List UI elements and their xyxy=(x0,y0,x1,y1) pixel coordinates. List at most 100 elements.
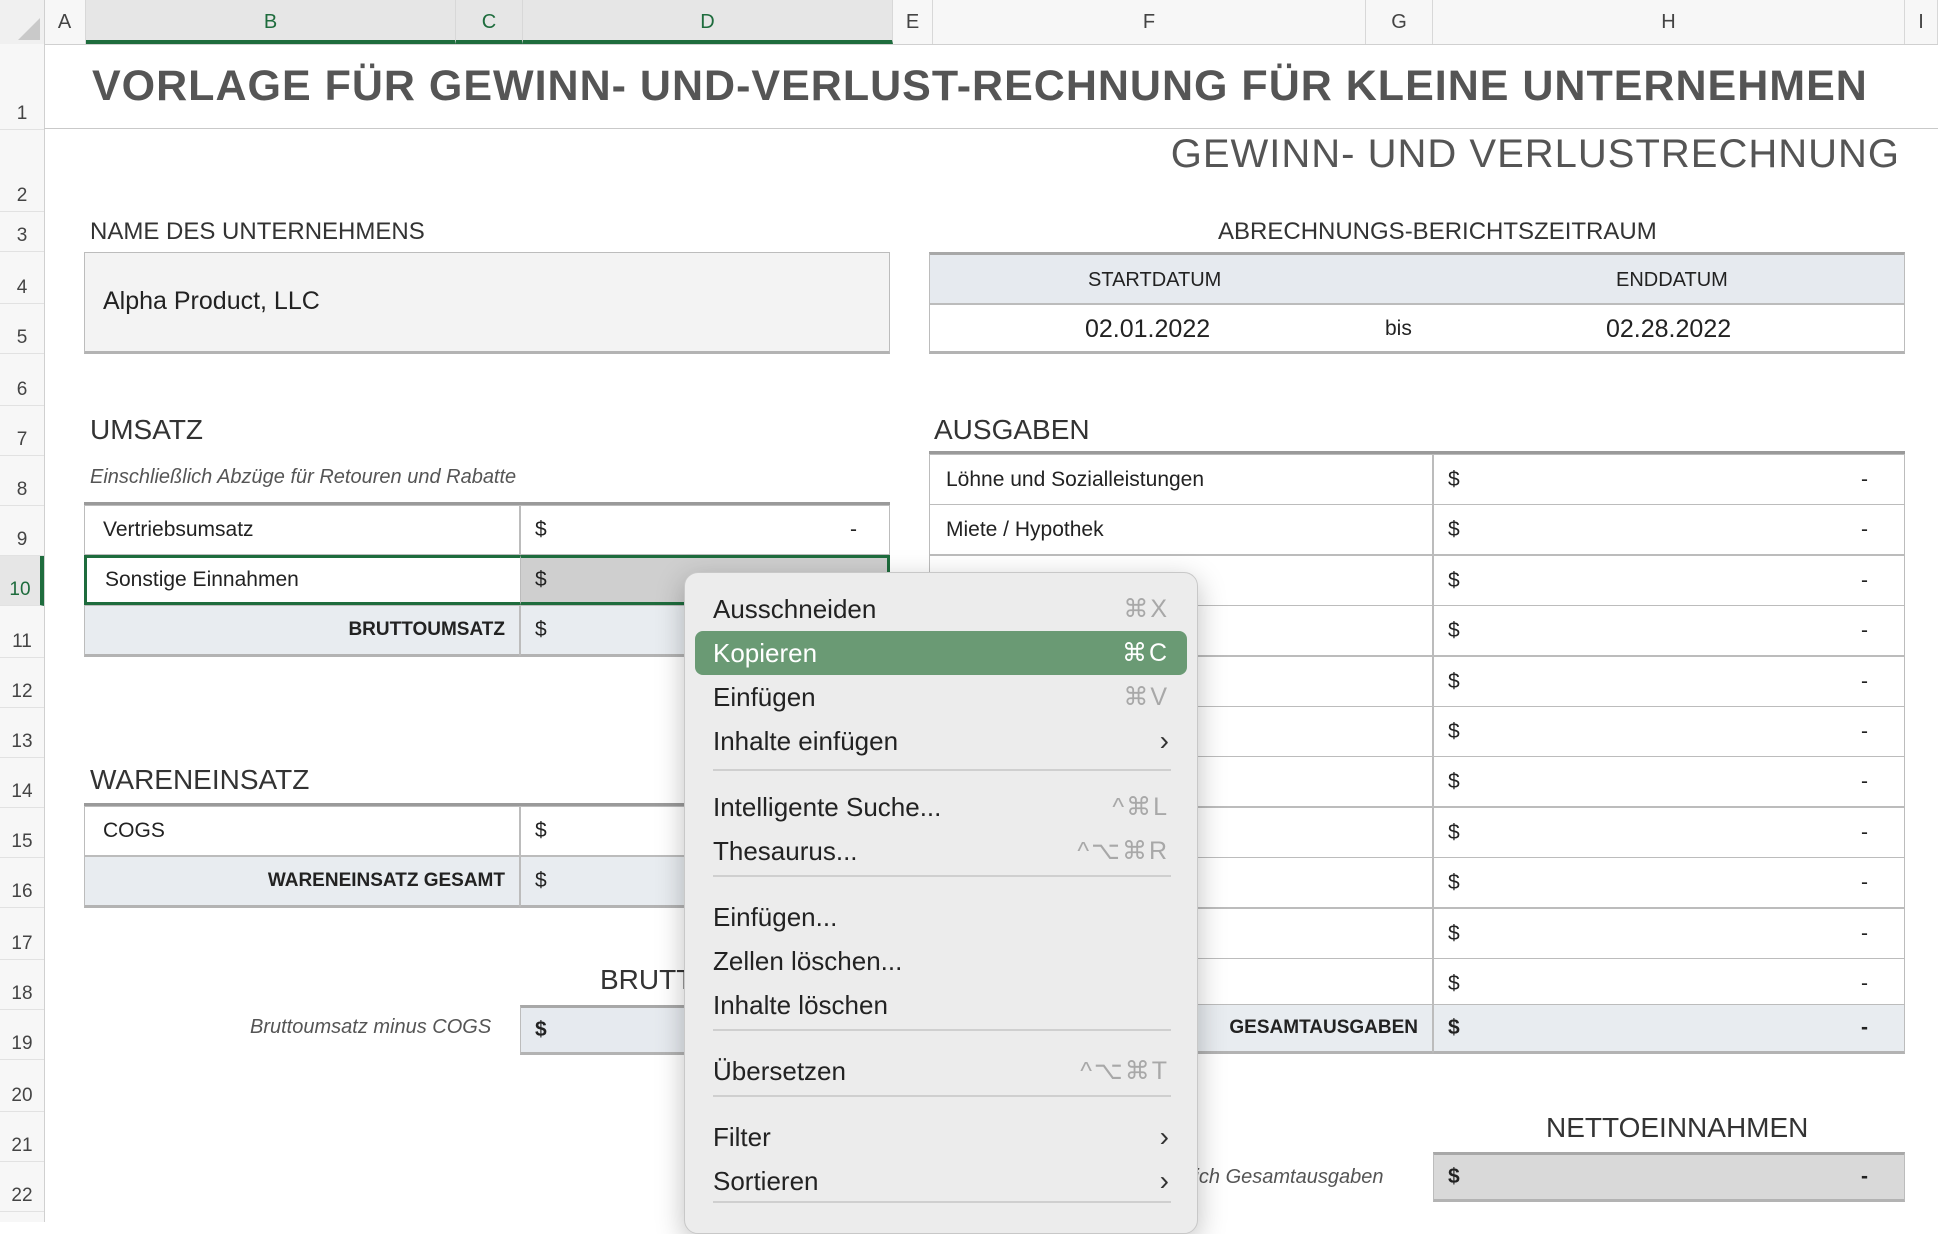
menu-item-inhalte-einfügen[interactable]: Inhalte einfügen › xyxy=(695,719,1187,763)
menu-item-einfügen[interactable]: Einfügen ⌘V xyxy=(695,675,1187,719)
amount-value: - xyxy=(1861,1165,1868,1188)
revenue-heading[interactable]: UMSATZ xyxy=(90,414,203,446)
sheet-title[interactable]: VORLAGE FÜR GEWINN- UND-VERLUST-RECHNUNG… xyxy=(92,62,1868,111)
row-header-1[interactable]: 1 xyxy=(0,44,44,130)
row-header-3[interactable]: 3 xyxy=(0,212,44,252)
row-header-21[interactable]: 21 xyxy=(0,1112,44,1162)
column-header-b[interactable]: B xyxy=(86,0,456,44)
expense-row-amount[interactable]: $ - xyxy=(1433,504,1905,555)
expense-row-amount[interactable]: $ - xyxy=(1433,908,1905,959)
row-header-9[interactable]: 9 xyxy=(0,506,44,556)
row-header-22[interactable]: 22 xyxy=(0,1162,44,1212)
currency-symbol: $ xyxy=(535,568,547,591)
menu-item-label: Inhalte löschen xyxy=(713,989,888,1020)
menu-item-zellen-löschen[interactable]: Zellen löschen... xyxy=(695,939,1187,983)
expense-row-amount[interactable]: $ - xyxy=(1433,605,1905,656)
column-header-c[interactable]: C xyxy=(456,0,523,44)
menu-item-thesaurus[interactable]: Thesaurus... ^⌥⌘R xyxy=(695,829,1187,873)
cogs-heading[interactable]: WARENEINSATZ xyxy=(90,764,309,796)
cogs-total-label[interactable]: WARENEINSATZ GESAMT xyxy=(84,856,520,908)
column-header-e[interactable]: E xyxy=(893,0,933,44)
company-field[interactable]: Alpha Product, LLC xyxy=(84,252,890,354)
select-all-corner[interactable] xyxy=(0,0,45,44)
currency-symbol: $ xyxy=(535,1018,547,1041)
column-header-i[interactable]: I xyxy=(1905,0,1938,44)
expense-row-amount[interactable]: $ - xyxy=(1433,807,1905,858)
expense-row-amount[interactable]: $ - xyxy=(1433,857,1905,908)
revenue-row-label[interactable]: Vertriebsumsatz xyxy=(84,505,520,555)
net-heading[interactable]: NETTOEINNAHMEN xyxy=(1546,1112,1808,1144)
row-header-16[interactable]: 16 xyxy=(0,858,44,908)
expense-row-amount[interactable]: $ - xyxy=(1433,555,1905,606)
shortcut-hint: ⌘C xyxy=(1121,639,1169,667)
row-header-11[interactable]: 11 xyxy=(0,606,44,658)
start-date-value[interactable]: 02.01.2022 xyxy=(1085,315,1210,344)
row-header-4[interactable]: 4 xyxy=(0,252,44,304)
expense-row-amount[interactable]: $ - xyxy=(1433,454,1905,505)
row-header-7[interactable]: 7 xyxy=(0,406,44,456)
end-date-value[interactable]: 02.28.2022 xyxy=(1606,315,1731,344)
menu-item-kopieren[interactable]: Kopieren ⌘C xyxy=(695,631,1187,675)
currency-symbol: $ xyxy=(1448,1016,1460,1039)
row-header-6[interactable]: 6 xyxy=(0,354,44,406)
title-divider xyxy=(44,128,1938,129)
amount-value: - xyxy=(1861,467,1868,491)
column-header-f[interactable]: F xyxy=(933,0,1366,44)
row-header-14[interactable]: 14 xyxy=(0,758,44,808)
menu-item-intelligente-suche[interactable]: Intelligente Suche... ^⌘L xyxy=(695,785,1187,829)
net-amount[interactable]: $ - xyxy=(1433,1152,1905,1202)
currency-symbol: $ xyxy=(1448,719,1460,743)
shortcut-hint: ^⌥⌘R xyxy=(1077,837,1169,865)
menu-item-label: Inhalte einfügen xyxy=(713,725,899,756)
company-label[interactable]: NAME DES UNTERNEHMENS xyxy=(90,218,425,246)
column-header-h[interactable]: H xyxy=(1433,0,1905,44)
row-header-17[interactable]: 17 xyxy=(0,908,44,960)
expense-row-amount[interactable]: $ - xyxy=(1433,958,1905,1009)
expense-row-amount[interactable]: $ - xyxy=(1433,656,1905,707)
currency-symbol: $ xyxy=(1448,517,1460,541)
column-header-g[interactable]: G xyxy=(1366,0,1433,44)
context-menu: Ausschneiden ⌘X Kopieren ⌘C Einfügen ⌘V Inhalt… xyxy=(684,572,1198,1234)
column-header-a[interactable]: A xyxy=(44,0,86,44)
net-note[interactable]: lich Gesamtausgaben xyxy=(1190,1166,1383,1189)
sheet-subtitle[interactable]: GEWINN- UND VERLUSTRECHNUNG xyxy=(1171,132,1900,177)
amount-value: - xyxy=(1861,870,1868,894)
expenses-total-amount[interactable]: $ - xyxy=(1433,1004,1905,1054)
menu-item-inhalte-löschen[interactable]: Inhalte löschen xyxy=(695,983,1187,1027)
revenue-row-amount[interactable]: $ - xyxy=(520,505,890,555)
row-header-20[interactable]: 20 xyxy=(0,1060,44,1112)
currency-symbol: $ xyxy=(1448,1165,1460,1188)
gross-note[interactable]: Bruttoumsatz minus COGS xyxy=(250,1016,491,1039)
expense-row-label[interactable]: Miete / Hypothek xyxy=(929,504,1433,555)
menu-item-übersetzen[interactable]: Übersetzen ^⌥⌘T xyxy=(695,1049,1187,1093)
currency-symbol: $ xyxy=(535,518,547,541)
menu-item-einfügen[interactable]: Einfügen... xyxy=(695,895,1187,939)
end-date-label: ENDDATUM xyxy=(1616,269,1728,291)
row-header-19[interactable]: 19 xyxy=(0,1010,44,1060)
menu-item-ausschneiden[interactable]: Ausschneiden ⌘X xyxy=(695,587,1187,631)
row-header-10[interactable]: 10 xyxy=(0,556,44,606)
revenue-row-label-selected[interactable]: Sonstige Einnahmen xyxy=(84,555,520,605)
period-label[interactable]: ABRECHNUNGS-BERICHTSZEITRAUM xyxy=(1218,218,1657,246)
menu-item-sortieren[interactable]: Sortieren › xyxy=(695,1159,1187,1203)
revenue-note[interactable]: Einschließlich Abzüge für Retouren und R… xyxy=(90,466,516,489)
row-header-5[interactable]: 5 xyxy=(0,304,44,354)
column-header-d[interactable]: D xyxy=(523,0,893,44)
menu-item-label: Kopieren xyxy=(713,637,818,668)
cogs-row-label[interactable]: COGS xyxy=(84,806,520,856)
expenses-heading[interactable]: AUSGABEN xyxy=(934,414,1090,446)
menu-item-filter[interactable]: Filter › xyxy=(695,1115,1187,1159)
expense-row-amount[interactable]: $ - xyxy=(1433,756,1905,807)
row-header-13[interactable]: 13 xyxy=(0,708,44,758)
menu-separator xyxy=(713,1029,1171,1031)
row-header-18[interactable]: 18 xyxy=(0,960,44,1010)
menu-item-label: Sortieren xyxy=(713,1165,819,1196)
expense-row-label[interactable]: Löhne und Sozialleistungen xyxy=(929,454,1433,505)
currency-symbol: $ xyxy=(1448,921,1460,945)
row-header-15[interactable]: 15 xyxy=(0,808,44,858)
revenue-total-label[interactable]: BRUTTOUMSATZ xyxy=(84,605,520,657)
expense-row-amount[interactable]: $ - xyxy=(1433,706,1905,757)
row-header-12[interactable]: 12 xyxy=(0,658,44,708)
row-header-8[interactable]: 8 xyxy=(0,456,44,506)
row-header-2[interactable]: 2 xyxy=(0,130,44,212)
